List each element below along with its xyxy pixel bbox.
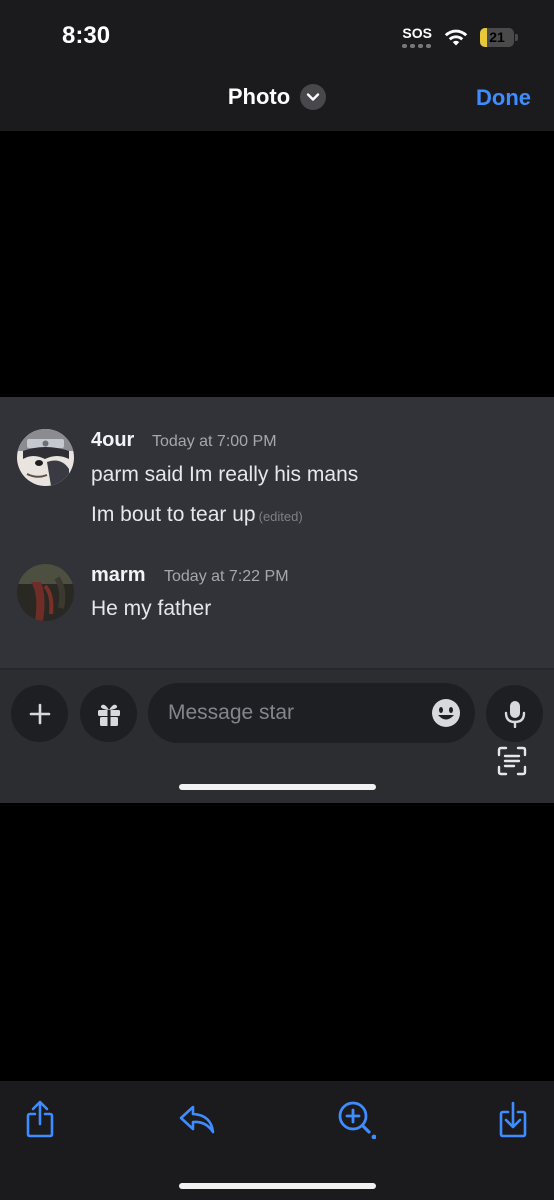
zoom-in-icon xyxy=(338,1101,376,1139)
message-text: He my father xyxy=(91,597,212,620)
share-button[interactable] xyxy=(18,1097,62,1141)
zoom-in-button[interactable] xyxy=(334,1097,378,1141)
message-author: 4our xyxy=(91,429,135,451)
status-indicators: SOS 21 xyxy=(402,24,518,50)
add-attachment-button[interactable] xyxy=(11,685,68,742)
battery-icon: 21 xyxy=(480,27,518,47)
chat-screenshot: 4our Today at 7:00 PM parm said Im reall… xyxy=(0,397,554,670)
voice-message-button[interactable] xyxy=(486,685,543,742)
text-scan-icon xyxy=(497,746,527,776)
home-indicator xyxy=(179,1183,376,1189)
message-author: marm xyxy=(91,564,146,586)
microphone-icon xyxy=(504,700,525,728)
chevron-down-icon[interactable] xyxy=(300,84,327,110)
message-text: parm said Im really his mans xyxy=(91,463,359,486)
gift-icon xyxy=(97,704,120,726)
reply-icon xyxy=(179,1105,215,1134)
signal-dots-icon xyxy=(402,44,432,48)
message-text: Im bout to tear up (edited) xyxy=(91,503,303,527)
emoji-icon[interactable] xyxy=(431,698,461,728)
sos-label: SOS xyxy=(402,25,432,41)
top-bar: 8:30 SOS 21 Photo Done xyxy=(0,0,554,131)
status-time: 8:30 xyxy=(62,22,111,49)
reply-button[interactable] xyxy=(175,1097,219,1141)
message-input[interactable]: Message star xyxy=(148,683,475,743)
edited-label: (edited) xyxy=(258,509,303,524)
avatar xyxy=(17,429,74,486)
message-timestamp: Today at 7:00 PM xyxy=(152,433,277,450)
save-download-icon xyxy=(499,1101,527,1138)
message-input-placeholder: Message star xyxy=(168,701,295,724)
live-text-button[interactable] xyxy=(494,744,530,778)
save-button[interactable] xyxy=(491,1097,535,1141)
avatar xyxy=(17,564,74,621)
message-line: Im bout to tear up xyxy=(91,503,256,526)
done-button[interactable]: Done xyxy=(476,85,531,111)
plus-icon xyxy=(29,703,50,724)
battery-percent: 21 xyxy=(489,29,505,45)
message-timestamp: Today at 7:22 PM xyxy=(164,568,289,585)
screenshot-home-indicator xyxy=(179,784,376,790)
wifi-icon xyxy=(444,29,468,46)
title-menu[interactable]: Photo xyxy=(0,84,554,110)
gift-button[interactable] xyxy=(80,685,137,742)
page-title: Photo xyxy=(227,84,291,109)
share-icon xyxy=(26,1100,54,1138)
sos-indicator: SOS xyxy=(402,26,432,48)
